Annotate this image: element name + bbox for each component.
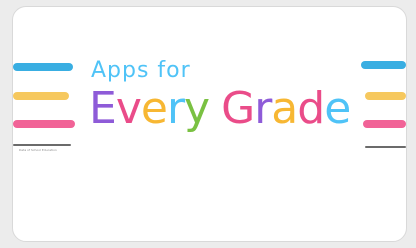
title-letter: G xyxy=(221,83,255,134)
right-gray-line xyxy=(365,146,406,148)
title-letter: r xyxy=(166,83,185,134)
title-letter: r xyxy=(254,83,272,134)
title-letter: d xyxy=(297,83,325,134)
title-letter: e xyxy=(324,83,351,134)
app-card[interactable]: Data of School Education Apps for Every … xyxy=(12,6,407,242)
footnote-text: Data of School Education xyxy=(19,148,57,152)
left-yellow-stroke xyxy=(13,92,69,100)
title-letter: E xyxy=(89,83,117,134)
title-letter: a xyxy=(271,83,298,134)
right-pink-stroke xyxy=(363,120,406,128)
right-blue-stroke xyxy=(361,61,406,69)
title-every-grade: Every Grade xyxy=(89,83,351,134)
title-letter: y xyxy=(184,83,210,134)
title-letter: e xyxy=(140,83,168,134)
right-yellow-stroke xyxy=(365,92,406,100)
title-letter: v xyxy=(115,83,142,134)
left-blue-stroke xyxy=(13,63,73,71)
apps-for-every-grade-banner: Data of School Education Apps for Every … xyxy=(13,47,406,167)
left-pink-stroke xyxy=(13,120,75,128)
left-gray-line xyxy=(13,144,71,146)
subtitle-apps-for: Apps for xyxy=(91,58,191,83)
